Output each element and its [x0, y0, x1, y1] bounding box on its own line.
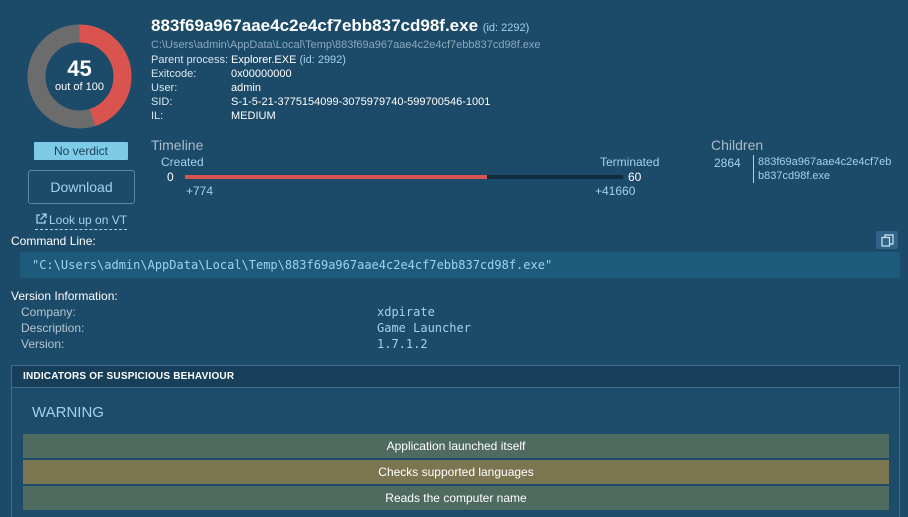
command-line-label: Command Line:	[11, 234, 96, 248]
process-path: C:\Users\admin\AppData\Local\Temp\883f69…	[151, 39, 541, 51]
external-link-icon	[35, 213, 47, 228]
process-name: 883f69a967aae4c2e4cf7ebb837cd98f.exe	[151, 16, 479, 35]
timeline-created-offset: +774	[186, 184, 214, 198]
process-title: 883f69a967aae4c2e4cf7ebb837cd98f.exe (id…	[151, 16, 529, 36]
timeline-end-value: 60	[628, 170, 642, 184]
timeline-start-value: 0	[167, 170, 174, 184]
download-button[interactable]: Download	[28, 170, 135, 204]
version-description-key: Description:	[21, 321, 85, 335]
version-info-label: Version Information:	[11, 289, 118, 303]
parent-process-link[interactable]: Explorer.EXE (id: 2992)	[231, 54, 346, 66]
command-line-text: "C:\Users\admin\AppData\Local\Temp\883f6…	[32, 258, 553, 272]
timeline-terminated-offset: +41660	[595, 184, 636, 198]
version-version-value: 1.7.1.2	[377, 337, 428, 351]
children-title: Children	[711, 137, 764, 153]
score-value: 45	[67, 56, 92, 81]
indicator-item[interactable]: Checks supported languages	[23, 460, 889, 484]
copy-button[interactable]	[876, 231, 898, 249]
warning-title: WARNING	[32, 404, 104, 421]
lookup-vt-label: Look up on VT	[49, 213, 128, 227]
lookup-vt-link[interactable]: Look up on VT	[35, 213, 128, 230]
version-company-key: Company:	[21, 305, 76, 319]
copy-icon	[880, 233, 894, 247]
timeline-track	[185, 175, 623, 179]
child-pid: 2864	[714, 156, 741, 170]
version-company-value: xdpirate	[377, 305, 435, 319]
timeline-title: Timeline	[151, 137, 204, 153]
child-process-link[interactable]: 883f69a967aae4c2e4cf7ebb837cd98f.exe	[753, 155, 893, 183]
version-description-value: Game Launcher	[377, 321, 471, 335]
indicator-item[interactable]: Application launched itself	[23, 434, 889, 458]
score-caption: out of 100	[55, 81, 104, 93]
indicators-header: INDICATORS OF SUSPICIOUS BEHAVIOUR	[12, 366, 899, 388]
version-version-key: Version:	[21, 337, 65, 351]
timeline-bar	[185, 175, 488, 179]
verdict-badge: No verdict	[34, 142, 128, 160]
indicator-item[interactable]: Reads the computer name	[23, 486, 889, 510]
timeline-created-label: Created	[161, 155, 204, 169]
process-id: (id: 2292)	[482, 22, 530, 34]
command-line-box: "C:\Users\admin\AppData\Local\Temp\883f6…	[20, 252, 900, 278]
timeline-terminated-label: Terminated	[600, 155, 660, 169]
